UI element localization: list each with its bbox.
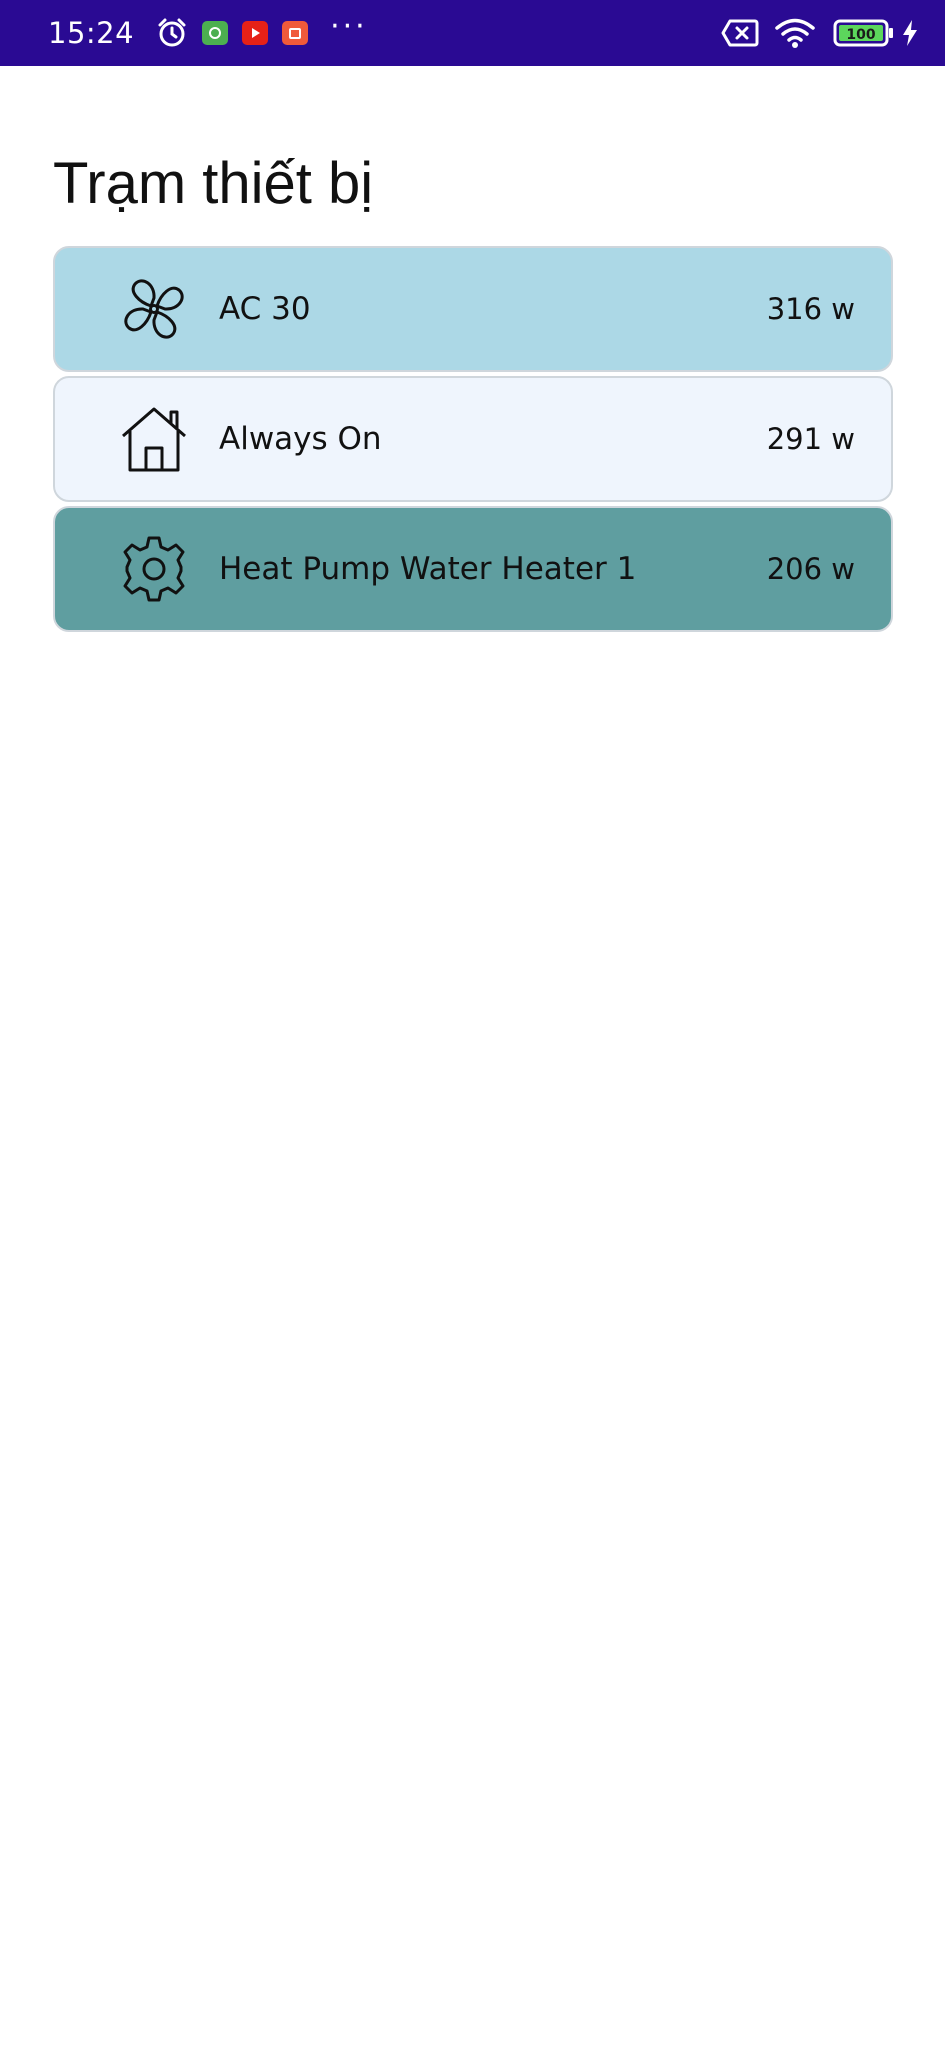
device-power: 291 w [766,422,855,456]
device-name: AC 30 [219,291,311,327]
device-power: 206 w [766,552,855,586]
page-title: Trạm thiết bị [53,151,374,216]
app-orange-icon [282,21,309,45]
device-list: AC 30 316 w Always On 291 w Heat Pump Wa… [53,246,893,636]
device-power: 316 w [766,292,855,326]
no-sim-icon [721,19,759,47]
device-name: Always On [219,421,382,457]
fan-icon [119,274,189,344]
device-card-ac-30[interactable]: AC 30 316 w [53,246,893,372]
status-time: 15:24 [48,16,135,50]
status-bar: 15:24 ··· 100 [0,0,945,66]
gear-icon [119,534,189,604]
more-dots-icon: ··· [330,9,368,44]
battery-icon: 100 [833,18,895,48]
device-name: Heat Pump Water Heater 1 [219,551,637,587]
charging-icon [901,19,919,47]
device-card-heat-pump-water-heater-1[interactable]: Heat Pump Water Heater 1 206 w [53,506,893,632]
youtube-icon [242,21,269,45]
wifi-icon [775,17,815,49]
app-green-icon [202,21,229,45]
alarm-icon [156,17,188,49]
house-icon [119,404,189,474]
device-card-always-on[interactable]: Always On 291 w [53,376,893,502]
battery-level: 100 [846,27,875,43]
